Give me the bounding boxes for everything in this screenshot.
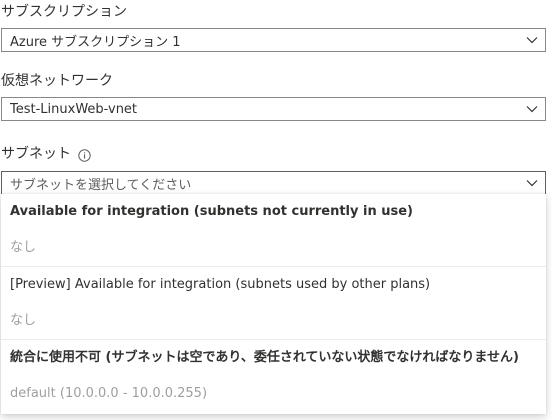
dropdown-option-empty: なし bbox=[10, 240, 37, 255]
chevron-down-icon bbox=[526, 180, 538, 187]
vnet-dropdown[interactable]: Test-LinuxWeb-vnet bbox=[1, 97, 546, 121]
dropdown-option-default-subnet: default (10.0.0.0 - 10.0.0.255) bbox=[10, 386, 208, 401]
vnet-label-text: 仮想ネットワーク bbox=[1, 73, 113, 89]
subscription-label: サブスクリプション bbox=[1, 3, 127, 21]
dropdown-option-empty: なし bbox=[10, 313, 37, 328]
vnet-label: 仮想ネットワーク bbox=[1, 72, 113, 90]
subscription-dropdown[interactable]: Azure サブスクリプション 1 bbox=[1, 28, 546, 52]
group-header: 統合に使用不可 (サブネットは空であり、委任されていない状態でなければなりません… bbox=[10, 350, 519, 365]
subscription-label-text: サブスクリプション bbox=[1, 4, 127, 20]
dropdown-group-available: Available for integration (subnets not c… bbox=[1, 194, 546, 266]
vnet-integration-form: サブスクリプション Azure サブスクリプション 1 仮想ネットワーク Tes… bbox=[0, 0, 552, 420]
subnet-label: サブネット bbox=[1, 145, 91, 163]
dropdown-group-preview: [Preview] Available for integration (sub… bbox=[1, 267, 546, 339]
subnet-placeholder: サブネットを選択してください bbox=[10, 177, 192, 193]
subnet-dropdown[interactable]: サブネットを選択してください bbox=[1, 171, 546, 195]
group-header: [Preview] Available for integration (sub… bbox=[10, 277, 431, 292]
chevron-down-icon bbox=[526, 37, 538, 44]
vnet-value: Test-LinuxWeb-vnet bbox=[10, 101, 138, 117]
info-icon[interactable] bbox=[78, 148, 91, 162]
group-header: Available for integration (subnets not c… bbox=[10, 204, 413, 219]
subnet-dropdown-list: Available for integration (subnets not c… bbox=[1, 194, 546, 414]
subscription-value: Azure サブスクリプション 1 bbox=[10, 34, 181, 50]
dropdown-group-unavailable: 統合に使用不可 (サブネットは空であり、委任されていない状態でなければなりません… bbox=[1, 340, 546, 412]
subnet-label-text: サブネット bbox=[1, 146, 71, 162]
chevron-down-icon bbox=[526, 106, 538, 113]
